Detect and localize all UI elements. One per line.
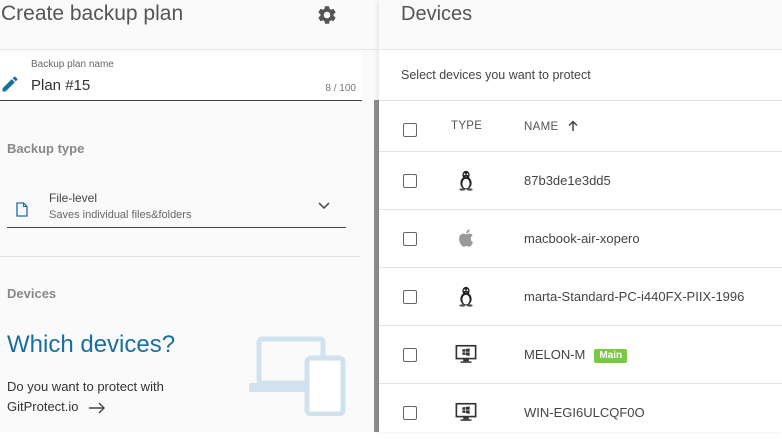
promo-link[interactable]: Do you want to protect with GitProtect.i… (7, 377, 207, 417)
backup-type-value: File-level (49, 191, 98, 205)
devices-illustration-icon (249, 336, 346, 416)
char-counter: 8 / 100 (325, 83, 356, 94)
windows-desktop-icon (455, 402, 477, 421)
devices-table: TYPE NAME 87b3de1e3dd5 macbook-air-xoper… (379, 100, 782, 441)
row-checkbox[interactable] (403, 174, 417, 188)
device-name: 87b3de1e3dd5 (524, 173, 611, 188)
plan-name-field[interactable]: Backup plan name 8 / 100 (0, 52, 362, 101)
table-row[interactable]: 87b3de1e3dd5 (379, 151, 782, 209)
left-header: Create backup plan (0, 0, 378, 50)
row-checkbox[interactable] (403, 232, 417, 246)
table-row[interactable]: macbook-air-xopero (379, 209, 782, 267)
pencil-icon (2, 76, 18, 92)
file-icon (16, 202, 28, 217)
device-name-text: 87b3de1e3dd5 (524, 173, 611, 188)
arrow-right-icon (89, 402, 106, 414)
devices-title: Devices (401, 3, 473, 25)
devices-instructions: Select devices you want to protect (401, 68, 591, 82)
right-header: Devices (379, 0, 782, 50)
select-all-checkbox[interactable] (403, 123, 417, 137)
plan-name-label: Backup plan name (31, 59, 114, 70)
device-name: macbook-air-xopero (524, 231, 640, 246)
row-checkbox[interactable] (403, 290, 417, 304)
row-checkbox[interactable] (403, 406, 417, 420)
device-name-text: marta-Standard-PC-i440FX-PIIX-1996 (524, 289, 745, 304)
promo-text: Do you want to protect with GitProtect.i… (7, 379, 164, 414)
table-header: TYPE NAME (379, 100, 782, 151)
device-name-text: macbook-air-xopero (524, 231, 640, 246)
device-name: marta-Standard-PC-i440FX-PIIX-1996 (524, 289, 744, 304)
type-column-header: TYPE (451, 120, 483, 132)
row-checkbox[interactable] (403, 348, 417, 362)
backup-type-heading: Backup type (7, 141, 85, 156)
table-row[interactable]: WIN-EGI6ULCQF0O (379, 383, 782, 441)
chevron-down-icon[interactable] (317, 198, 331, 212)
device-name-text: MELON-M (524, 347, 586, 362)
linux-icon (459, 170, 473, 191)
name-column-header[interactable]: NAME (524, 120, 578, 133)
sort-ascending-icon (568, 120, 578, 131)
linux-icon (459, 286, 473, 307)
gear-icon[interactable] (316, 4, 338, 26)
backup-type-description: Saves individual files&folders (49, 209, 192, 221)
main-badge: Main (594, 349, 628, 363)
name-column-label: NAME (524, 121, 559, 133)
devices-heading: Devices (7, 286, 57, 301)
table-row[interactable]: MELON-M Main (379, 325, 782, 383)
section-divider (0, 256, 360, 257)
create-plan-panel: Create backup plan Backup plan name 8 / … (0, 0, 379, 432)
plan-name-input[interactable] (31, 77, 311, 94)
page-title: Create backup plan (1, 2, 184, 25)
apple-icon (459, 229, 473, 247)
devices-panel: Devices Select devices you want to prote… (379, 0, 782, 432)
device-name: WIN-EGI6ULCQF0O (524, 405, 645, 420)
backup-type-select[interactable]: File-level Saves individual files&folder… (7, 182, 346, 228)
promo-title: Which devices? (7, 331, 176, 358)
windows-desktop-icon (455, 344, 477, 363)
table-row[interactable]: marta-Standard-PC-i440FX-PIIX-1996 (379, 267, 782, 325)
device-name-text: WIN-EGI6ULCQF0O (524, 405, 645, 420)
device-name: MELON-M Main (524, 347, 628, 363)
